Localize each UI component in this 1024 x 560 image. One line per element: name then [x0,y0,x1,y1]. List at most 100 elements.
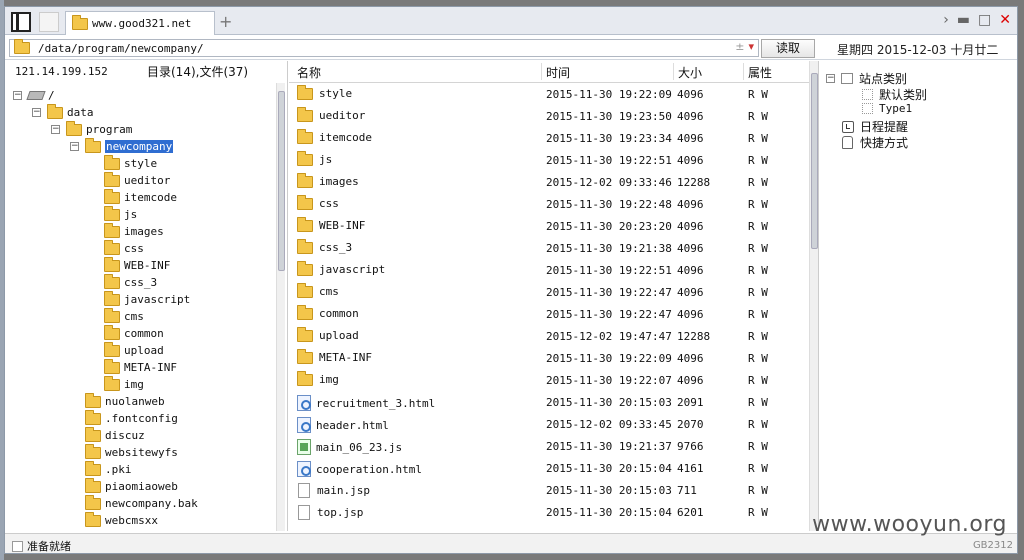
folder-icon [104,273,120,289]
clock-icon [842,120,854,133]
file-row[interactable]: main.jsp 2015-11-30 20:15:03 711 R W [289,480,809,502]
column-size[interactable]: 大小 [678,64,702,81]
tree-node[interactable]: css_3 [104,273,158,291]
add-tab-button[interactable]: + [219,12,232,31]
list-scroll-thumb[interactable] [811,73,818,249]
folder-icon [85,443,101,459]
tree-node[interactable]: ueditor [104,171,170,189]
tree-node[interactable]: WEB-INF [104,256,170,274]
site-category-node[interactable]: − 站点类别 [826,70,907,87]
file-row[interactable]: main_06_23.js 2015-11-30 19:21:37 9766 R W [289,436,809,458]
file-time: 2015-11-30 20:15:03 [546,396,672,409]
file-attr: R W [748,198,768,211]
file-row[interactable]: top.jsp 2015-11-30 20:15:04 6201 R W [289,502,809,524]
file-row[interactable]: recruitment_3.html 2015-11-30 20:15:03 209… [289,392,809,414]
close-icon[interactable]: ✕ [999,12,1011,28]
file-row[interactable]: META-INF 2015-11-30 19:22:09 4096 R W [289,348,809,370]
file-row[interactable]: css_3 2015-11-30 19:21:38 4096 R W [289,238,809,260]
tree-node[interactable]: .fontconfig [85,409,178,427]
type1-node[interactable]: Type1 [862,102,912,115]
tree-node[interactable]: − newcompany [70,137,174,155]
collapse-icon[interactable]: − [826,74,835,83]
tree-node[interactable]: − / [13,87,55,104]
sidebar-toggle-icon[interactable] [11,12,31,32]
folder-icon [104,290,120,306]
tree-node[interactable]: − program [51,120,132,138]
file-name: img [319,373,339,386]
category-icon [841,73,853,84]
column-attr[interactable]: 属性 [748,64,772,81]
tree-scroll-thumb[interactable] [278,91,285,271]
tree-node[interactable]: css [104,239,144,257]
tree-node-label: common [124,327,164,340]
new-window-icon[interactable] [39,12,59,32]
folder-icon [85,477,101,493]
file-attr: R W [748,242,768,255]
file-row[interactable]: itemcode 2015-11-30 19:23:34 4096 R W [289,128,809,150]
tree-node[interactable]: META-INF [104,358,177,376]
file-row[interactable]: style 2015-11-30 19:22:09 4096 R W [289,84,809,106]
file-row[interactable]: cms 2015-11-30 19:22:47 4096 R W [289,282,809,304]
collapse-icon[interactable]: − [13,91,22,100]
list-scrollbar[interactable] [809,61,818,531]
collapse-icon[interactable]: − [51,125,60,134]
folder-icon [85,511,101,527]
default-category-node[interactable]: 默认类别 [862,86,927,103]
tree-node[interactable]: − data [32,103,94,121]
tab-site[interactable]: www.good321.net [65,11,215,35]
tree-node-label: data [67,106,94,119]
path-input[interactable]: /data/program/newcompany/ ± ▾ [9,39,759,57]
tree-node[interactable]: javascript [104,290,190,308]
tree-node[interactable]: cms [104,307,144,325]
tree-node[interactable]: img [104,375,144,393]
file-row[interactable]: WEB-INF 2015-11-30 20:23:20 4096 R W [289,216,809,238]
file-row[interactable]: header.html 2015-12-02 09:33:45 2070 R W [289,414,809,436]
file-row[interactable]: cooperation.html 2015-11-30 20:15:04 4161 R… [289,458,809,480]
tree-node[interactable]: style [104,154,157,172]
tree-node[interactable]: images [104,222,164,240]
tree-node[interactable]: websitewyfs [85,443,178,461]
maximize-icon[interactable]: □ [978,12,991,28]
file-attr: R W [748,286,768,299]
column-name[interactable]: 名称 [297,64,321,81]
pin-icon[interactable]: ± [735,40,744,53]
file-manager-window: www.good321.net + › ▬ □ ✕ /data/program/… [4,6,1018,554]
minimize-icon[interactable]: ▬ [957,12,970,28]
file-name: css [319,197,339,210]
tree-scrollbar[interactable] [276,83,285,531]
file-row[interactable]: common 2015-11-30 19:22:47 4096 R W [289,304,809,326]
tree-node[interactable]: upload [104,341,164,359]
tree-node[interactable]: itemcode [104,188,177,206]
tree-node[interactable]: js [104,205,137,223]
shortcuts-node[interactable]: 快捷方式 [842,134,908,151]
tree-node[interactable]: .pki [85,460,132,478]
tree-node[interactable]: webcmsxx [85,511,158,529]
tree-node[interactable]: piaomiaoweb [85,477,178,495]
file-time: 2015-12-02 09:33:45 [546,418,672,431]
chevron-down-icon[interactable]: ▾ [748,40,754,53]
file-attr: R W [748,418,768,431]
file-row[interactable]: img 2015-11-30 19:22:07 4096 R W [289,370,809,392]
tree-node[interactable]: nuolanweb [85,392,165,410]
file-row[interactable]: css 2015-11-30 19:22:48 4096 R W [289,194,809,216]
file-row[interactable]: upload 2015-12-02 19:47:47 12288 R W [289,326,809,348]
collapse-icon[interactable]: − [32,108,41,117]
collapse-icon[interactable]: − [70,142,79,151]
tree-node[interactable]: newcompany.bak [85,494,198,512]
schedule-node[interactable]: 日程提醒 [842,118,908,135]
column-time[interactable]: 时间 [546,64,570,81]
file-row[interactable]: js 2015-11-30 19:22:51 4096 R W [289,150,809,172]
tree-node[interactable]: common [104,324,164,342]
folder-icon [104,222,120,238]
file-name: WEB-INF [319,219,366,232]
file-time: 2015-11-30 19:21:38 [546,242,672,255]
file-row[interactable]: ueditor 2015-11-30 19:23:50 4096 R W [289,106,809,128]
file-attr: R W [748,352,768,365]
tree-node-label: css_3 [124,276,158,289]
tree-node[interactable]: discuz [85,426,145,444]
file-row[interactable]: javascript 2015-11-30 19:22:51 4096 R W [289,260,809,282]
read-button[interactable]: 读取 [761,39,815,58]
chevron-right-icon[interactable]: › [943,12,949,28]
file-row[interactable]: images 2015-12-02 09:33:46 12288 R W [289,172,809,194]
file-size: 9766 [677,440,704,453]
